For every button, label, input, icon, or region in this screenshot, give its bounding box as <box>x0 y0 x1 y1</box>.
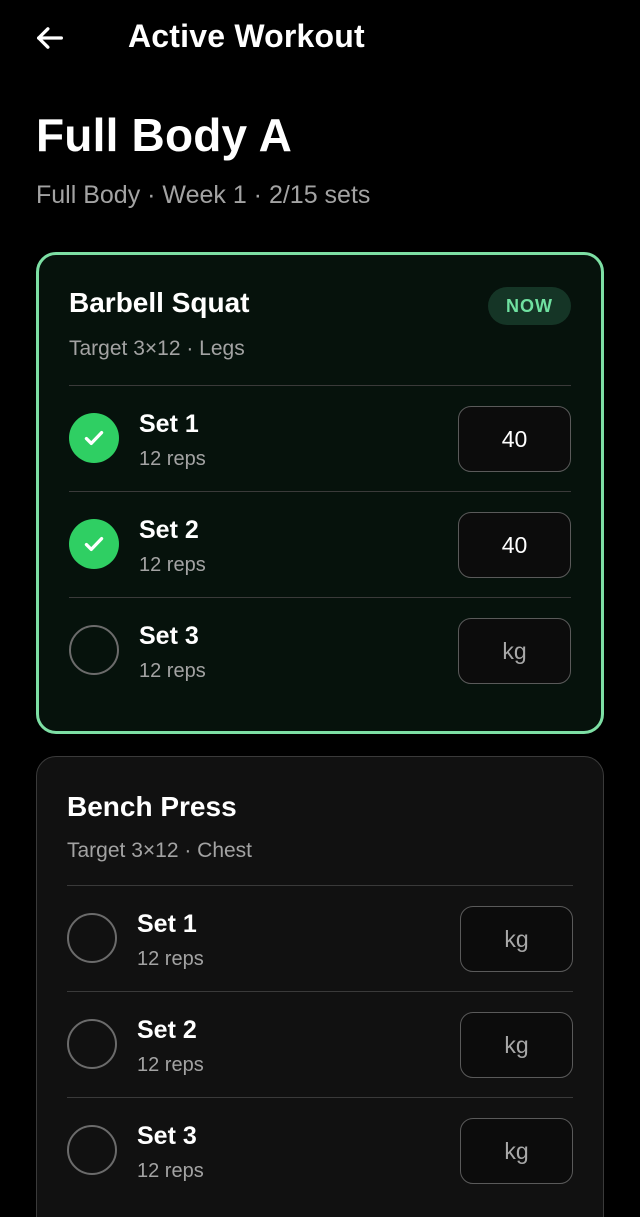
set-complete-toggle[interactable] <box>67 1125 117 1175</box>
set-row: Set 3 12 reps <box>69 597 571 703</box>
set-complete-toggle[interactable] <box>67 913 117 963</box>
checkmark-icon <box>84 536 104 552</box>
set-row: Set 1 12 reps <box>69 385 571 491</box>
set-complete-toggle[interactable] <box>69 519 119 569</box>
checkmark-icon <box>84 430 104 446</box>
exercise-target: Target 3×12 · Chest <box>67 839 253 862</box>
arrow-left-icon <box>37 27 63 49</box>
exercise-card-barbell-squat: Barbell Squat NOW Target 3×12 · Legs Set… <box>36 252 604 734</box>
set-reps: 12 reps <box>137 1160 204 1182</box>
set-complete-toggle[interactable] <box>69 413 119 463</box>
weight-input[interactable] <box>458 406 571 472</box>
weight-input[interactable] <box>460 1118 573 1184</box>
exercise-card-bench-press: Bench Press Target 3×12 · Chest Set 1 12… <box>36 756 604 1217</box>
set-row: Set 2 12 reps <box>67 991 573 1097</box>
set-label: Set 2 <box>139 516 199 544</box>
set-reps: 12 reps <box>139 448 206 470</box>
set-label: Set 3 <box>139 622 199 650</box>
set-complete-toggle[interactable] <box>69 625 119 675</box>
weight-input[interactable] <box>460 906 573 972</box>
weight-input[interactable] <box>460 1012 573 1078</box>
set-reps: 12 reps <box>137 1054 204 1076</box>
set-label: Set 3 <box>137 1122 197 1150</box>
set-label: Set 2 <box>137 1016 197 1044</box>
exercise-target: Target 3×12 · Legs <box>69 337 245 360</box>
set-label: Set 1 <box>139 410 199 438</box>
weight-input[interactable] <box>458 618 571 684</box>
workout-meta: Full Body · Week 1 · 2/15 sets <box>36 181 371 209</box>
set-row: Set 1 12 reps <box>67 885 573 991</box>
top-bar: Active Workout <box>0 0 640 76</box>
app-screen: Active Workout Full Body A Full Body · W… <box>0 0 640 1217</box>
set-row: Set 2 12 reps <box>69 491 571 597</box>
screen-title: Active Workout <box>128 18 365 54</box>
set-row: Set 3 12 reps <box>67 1097 573 1203</box>
exercise-name: Barbell Squat <box>69 287 250 318</box>
back-button[interactable] <box>26 14 74 62</box>
set-complete-toggle[interactable] <box>67 1019 117 1069</box>
set-reps: 12 reps <box>137 948 204 970</box>
exercise-name: Bench Press <box>67 791 237 822</box>
set-reps: 12 reps <box>139 554 206 576</box>
set-label: Set 1 <box>137 910 197 938</box>
now-badge: NOW <box>488 287 571 325</box>
workout-title: Full Body A <box>36 109 293 161</box>
set-reps: 12 reps <box>139 660 206 682</box>
weight-input[interactable] <box>458 512 571 578</box>
